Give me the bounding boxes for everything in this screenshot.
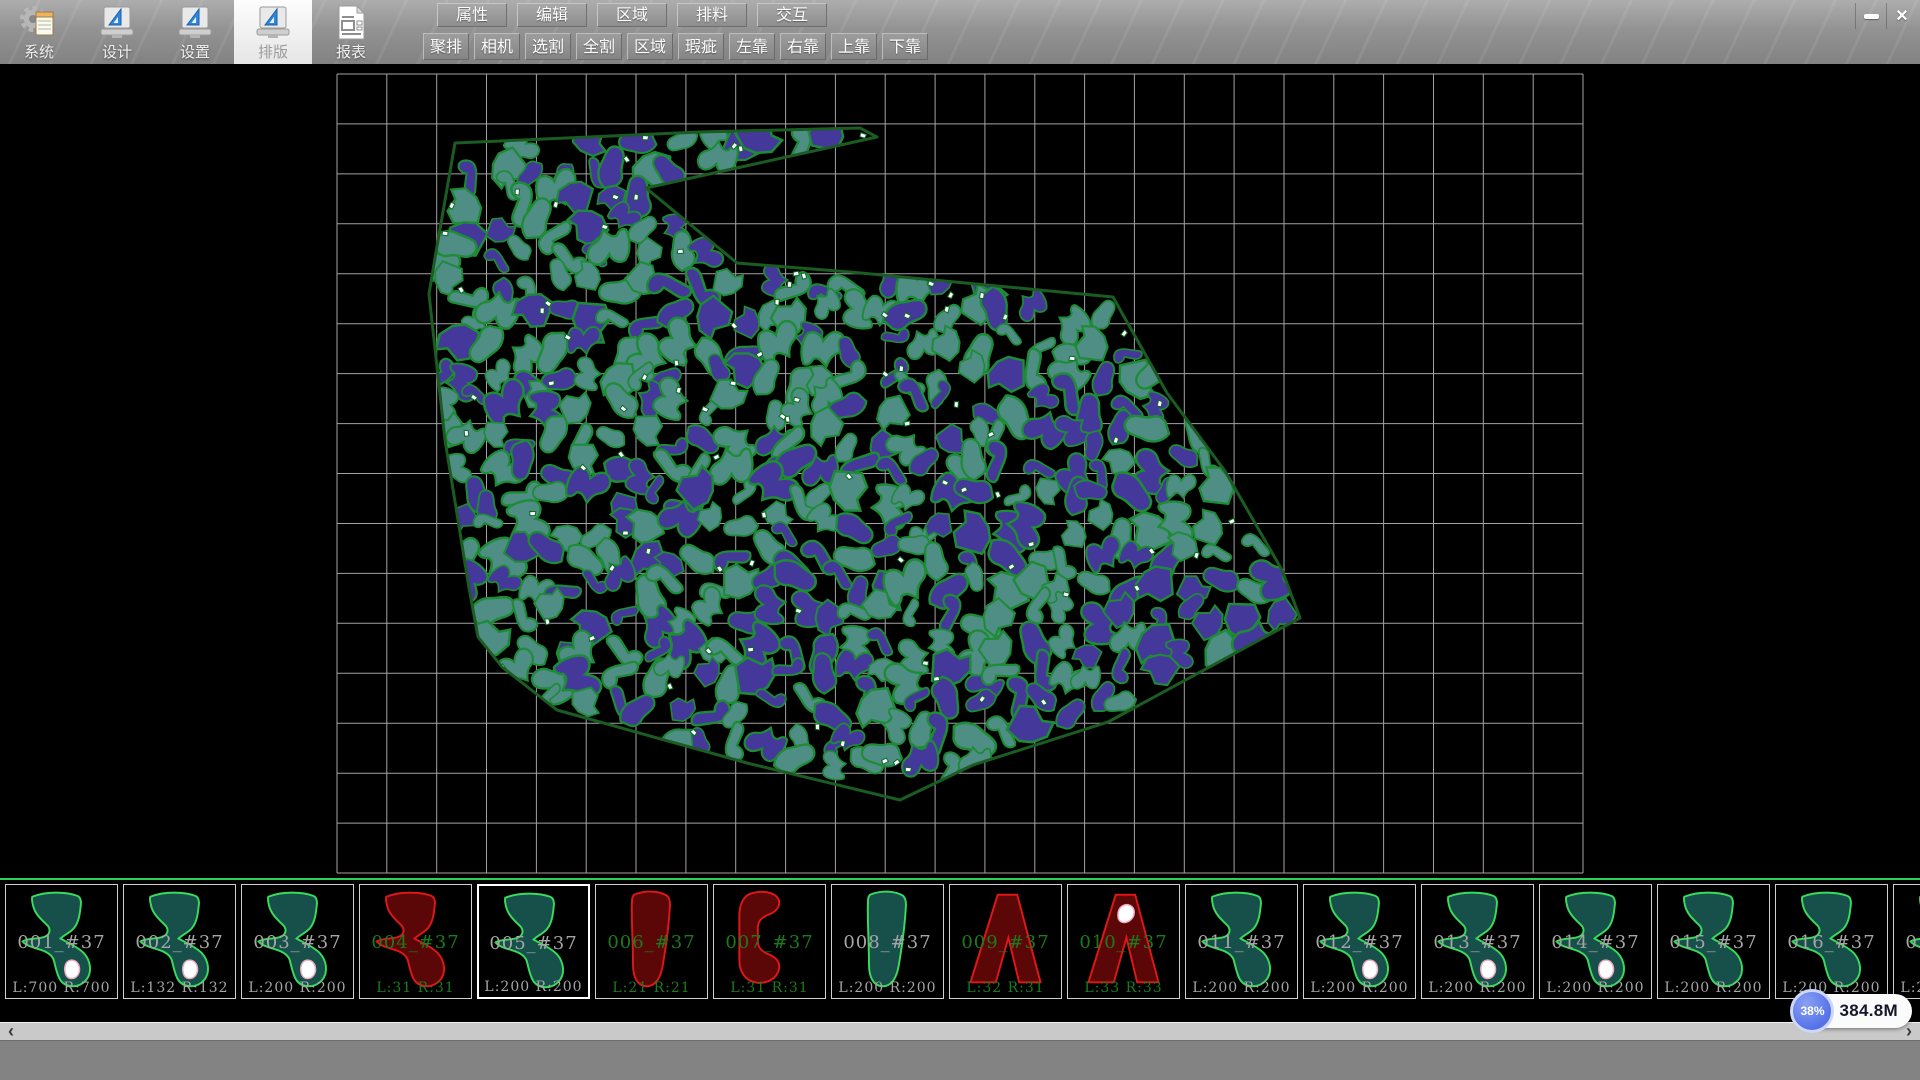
nesting-canvas[interactable] xyxy=(0,64,1920,878)
tool-button-4[interactable]: 全割 xyxy=(576,33,622,60)
part-shape xyxy=(952,887,1059,994)
app-tab-label: 设置 xyxy=(180,43,210,63)
part-thumbnail-14[interactable]: 014_#37L:200 R:200 xyxy=(1539,884,1652,999)
status-bar xyxy=(0,1040,1920,1080)
part-shape xyxy=(1660,887,1767,994)
app-tab-design[interactable]: 设计 xyxy=(78,0,156,64)
app-tab-settings[interactable]: 设置 xyxy=(156,0,234,64)
tool-button-1[interactable]: 聚排 xyxy=(423,33,469,60)
menu-top-item-3[interactable]: 区域 xyxy=(597,3,667,27)
part-shape xyxy=(1896,887,1920,994)
part-thumbnail-17[interactable]: 017_#37L:200 R:200 xyxy=(1893,884,1920,999)
memory-amount: 384.8M xyxy=(1839,1001,1898,1021)
menu-top-item-5[interactable]: 交互 xyxy=(757,3,827,27)
nesting-layout-drawing xyxy=(0,64,1920,878)
app-tab-report[interactable]: 报表 xyxy=(312,0,390,64)
part-thumbnail-12[interactable]: 012_#37L:200 R:200 xyxy=(1303,884,1416,999)
tool-button-8[interactable]: 右靠 xyxy=(780,33,826,60)
part-thumbnail-8[interactable]: 008_#37L:200 R:200 xyxy=(831,884,944,999)
part-thumbnail-7[interactable]: 007_#37L:31 R:31 xyxy=(713,884,826,999)
part-thumbnail-6[interactable]: 006_#37L:21 R:21 xyxy=(595,884,708,999)
tool-button-2[interactable]: 相机 xyxy=(474,33,520,60)
report-icon xyxy=(331,3,371,43)
chevron-left-icon: ‹ xyxy=(8,1021,14,1042)
system-icon xyxy=(19,3,59,43)
window-controls: × xyxy=(1855,3,1917,29)
app-tab-layout[interactable]: 排版 xyxy=(234,0,312,64)
part-thumbnail-3[interactable]: 003_#37L:200 R:200 xyxy=(241,884,354,999)
tool-button-5[interactable]: 区域 xyxy=(627,33,673,60)
part-thumbnail-5[interactable]: 005_#37L:200 R:200 xyxy=(477,884,590,999)
part-thumbnail-15[interactable]: 015_#37L:200 R:200 xyxy=(1657,884,1770,999)
layout-icon xyxy=(253,3,293,43)
tool-button-3[interactable]: 选割 xyxy=(525,33,571,60)
close-button[interactable]: × xyxy=(1886,3,1917,29)
part-shape xyxy=(1188,887,1295,994)
menus: 属性编辑区域排料交互 聚排相机选割全割区域瑕疵左靠右靠上靠下靠 xyxy=(423,0,928,60)
part-thumbnail-16[interactable]: 016_#37L:200 R:200 xyxy=(1775,884,1888,999)
tool-button-6[interactable]: 瑕疵 xyxy=(678,33,724,60)
part-shape xyxy=(362,887,469,994)
part-shape xyxy=(834,887,941,994)
scroll-left-button[interactable]: ‹ xyxy=(0,1023,22,1040)
tool-button-7[interactable]: 左靠 xyxy=(729,33,775,60)
tool-button-9[interactable]: 上靠 xyxy=(831,33,877,60)
part-shape xyxy=(716,887,823,994)
menu-tools-row: 聚排相机选割全割区域瑕疵左靠右靠上靠下靠 xyxy=(423,33,928,60)
minimize-button[interactable] xyxy=(1855,3,1886,29)
part-shape xyxy=(1542,887,1649,994)
application-window: { "window_controls": { "close": "×" }, "… xyxy=(0,0,1920,1080)
parts-strip: 001_#37L:700 R:700002_#37L:132 R:132003_… xyxy=(0,880,1920,1022)
part-thumbnail-2[interactable]: 002_#37L:132 R:132 xyxy=(123,884,236,999)
part-shape xyxy=(1778,887,1885,994)
part-shape xyxy=(1306,887,1413,994)
chevron-right-icon: › xyxy=(1906,1021,1912,1042)
menu-top-item-4[interactable]: 排料 xyxy=(677,3,747,27)
close-icon: × xyxy=(1896,5,1908,28)
part-shape xyxy=(481,888,588,995)
part-shape xyxy=(598,887,705,994)
part-thumbnail-10[interactable]: 010_#37L:33 R:33 xyxy=(1067,884,1180,999)
part-shape xyxy=(8,887,115,994)
app-tab-label: 报表 xyxy=(336,43,366,63)
horizontal-scrollbar[interactable]: ‹ › xyxy=(0,1022,1920,1040)
part-shape xyxy=(244,887,351,994)
menu-top-row: 属性编辑区域排料交互 xyxy=(437,3,928,27)
settings-icon xyxy=(175,3,215,43)
part-thumbnail-11[interactable]: 011_#37L:200 R:200 xyxy=(1185,884,1298,999)
memory-percent: 38% xyxy=(1800,1004,1824,1018)
app-tab-label: 系统 xyxy=(24,43,54,63)
part-thumbnail-13[interactable]: 013_#37L:200 R:200 xyxy=(1421,884,1534,999)
tool-button-10[interactable]: 下靠 xyxy=(882,33,928,60)
app-tab-label: 排版 xyxy=(258,43,288,63)
memory-badge: 38% 384.8M xyxy=(1793,994,1912,1028)
toolbar: 系统设计设置排版报表 属性编辑区域排料交互 聚排相机选割全割区域瑕疵左靠右靠上靠… xyxy=(0,0,1920,64)
part-shape xyxy=(1070,887,1177,994)
part-thumbnail-1[interactable]: 001_#37L:700 R:700 xyxy=(5,884,118,999)
app-tab-system[interactable]: 系统 xyxy=(0,0,78,64)
minimize-icon xyxy=(1864,14,1879,19)
part-shape xyxy=(126,887,233,994)
memory-percent-indicator: 38% xyxy=(1790,989,1834,1033)
design-icon xyxy=(97,3,137,43)
menu-top-item-1[interactable]: 属性 xyxy=(437,3,507,27)
part-thumbnail-9[interactable]: 009_#37L:32 R:31 xyxy=(949,884,1062,999)
part-thumbnail-4[interactable]: 004_#37L:31 R:31 xyxy=(359,884,472,999)
menu-top-item-2[interactable]: 编辑 xyxy=(517,3,587,27)
app-tab-label: 设计 xyxy=(102,43,132,63)
app-tabs: 系统 设计 设置 排版 报表 xyxy=(0,0,390,64)
part-shape xyxy=(1424,887,1531,994)
